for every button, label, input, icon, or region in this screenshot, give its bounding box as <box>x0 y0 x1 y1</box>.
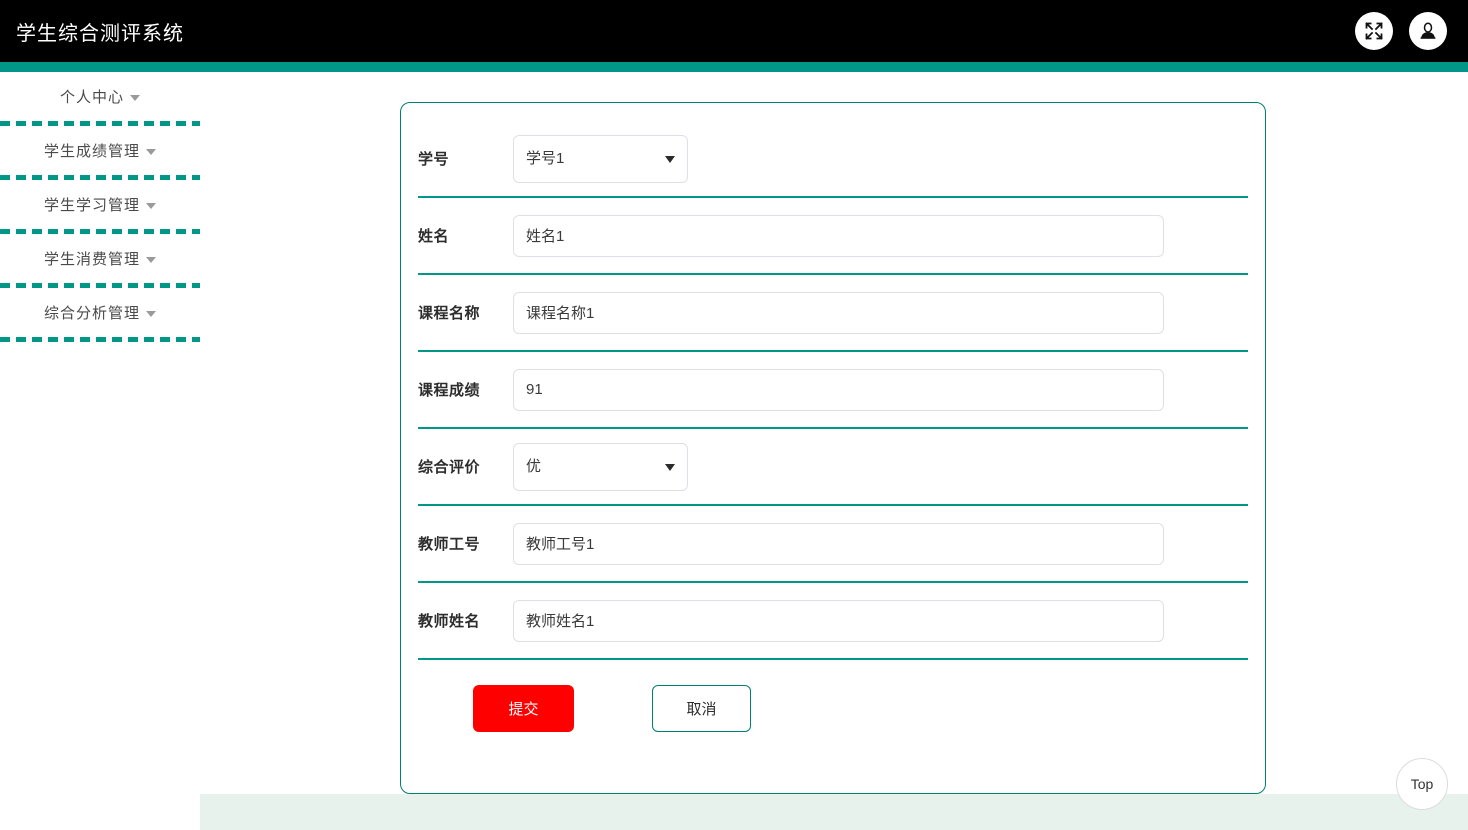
sidebar-item-label: 综合分析管理 <box>44 302 140 323</box>
form-actions: 提交 取消 <box>418 660 1248 732</box>
sidebar-item-consumption-management[interactable]: 学生消费管理 <box>0 234 200 283</box>
footer-band <box>200 794 1468 830</box>
cancel-button[interactable]: 取消 <box>652 685 751 732</box>
form-row-teacher-id: 教师工号 <box>418 506 1248 583</box>
sidebar-item-personal-center[interactable]: 个人中心 <box>0 72 200 121</box>
teacher-id-input[interactable] <box>513 523 1164 565</box>
teacher-name-input[interactable] <box>513 600 1164 642</box>
form-body: 学号 学号1 姓名 课程名称 课程成绩 <box>401 103 1265 732</box>
chevron-down-icon <box>146 203 156 209</box>
top-header: 学生综合测评系统 <box>0 0 1468 62</box>
overall-evaluation-select[interactable]: 优 <box>513 443 688 491</box>
sidebar-item-label: 学生消费管理 <box>44 248 140 269</box>
accent-bar <box>0 62 1468 72</box>
field-label: 姓名 <box>418 225 513 246</box>
form-card: 学号 学号1 姓名 课程名称 课程成绩 <box>400 102 1266 794</box>
form-row-course-name: 课程名称 <box>418 275 1248 352</box>
field-label: 学号 <box>418 148 513 169</box>
field-label: 课程成绩 <box>418 379 513 400</box>
chevron-down-icon <box>130 95 140 101</box>
form-row-teacher-name: 教师姓名 <box>418 583 1248 660</box>
course-name-input[interactable] <box>513 292 1164 334</box>
form-row-course-score: 课程成绩 <box>418 352 1248 429</box>
field-control: 优 <box>513 443 1248 491</box>
student-name-input[interactable] <box>513 215 1164 257</box>
fullscreen-button[interactable] <box>1355 12 1393 50</box>
user-avatar-icon <box>1418 21 1438 41</box>
field-control: 学号1 <box>513 135 1248 183</box>
field-control <box>513 523 1248 565</box>
field-label: 综合评价 <box>418 456 513 477</box>
student-id-select[interactable]: 学号1 <box>513 135 688 183</box>
sidebar: 个人中心 学生成绩管理 学生学习管理 学生消费管理 综合分析管理 <box>0 72 200 342</box>
field-control <box>513 600 1248 642</box>
course-score-input[interactable] <box>513 369 1164 411</box>
sidebar-item-label: 学生学习管理 <box>44 194 140 215</box>
header-actions <box>1355 12 1468 50</box>
sidebar-item-score-management[interactable]: 学生成绩管理 <box>0 126 200 175</box>
field-control <box>513 292 1248 334</box>
sidebar-divider <box>0 337 200 342</box>
chevron-down-icon <box>146 149 156 155</box>
sidebar-item-label: 个人中心 <box>60 86 124 107</box>
student-id-select-wrap: 学号1 <box>513 135 688 183</box>
chevron-down-icon <box>146 257 156 263</box>
sidebar-item-analysis-management[interactable]: 综合分析管理 <box>0 288 200 337</box>
fullscreen-expand-icon <box>1364 21 1384 41</box>
field-label: 教师姓名 <box>418 610 513 631</box>
form-row-student-name: 姓名 <box>418 198 1248 275</box>
field-control <box>513 369 1248 411</box>
field-label: 课程名称 <box>418 302 513 323</box>
back-to-top-button[interactable]: Top <box>1396 758 1448 810</box>
form-row-student-id: 学号 学号1 <box>418 121 1248 198</box>
submit-button[interactable]: 提交 <box>473 685 574 732</box>
field-label: 教师工号 <box>418 533 513 554</box>
field-control <box>513 215 1248 257</box>
form-row-overall-evaluation: 综合评价 优 <box>418 429 1248 506</box>
page-title: 学生综合测评系统 <box>0 17 184 46</box>
avatar[interactable] <box>1409 12 1447 50</box>
overall-evaluation-select-wrap: 优 <box>513 443 688 491</box>
chevron-down-icon <box>146 311 156 317</box>
sidebar-item-study-management[interactable]: 学生学习管理 <box>0 180 200 229</box>
sidebar-item-label: 学生成绩管理 <box>44 140 140 161</box>
